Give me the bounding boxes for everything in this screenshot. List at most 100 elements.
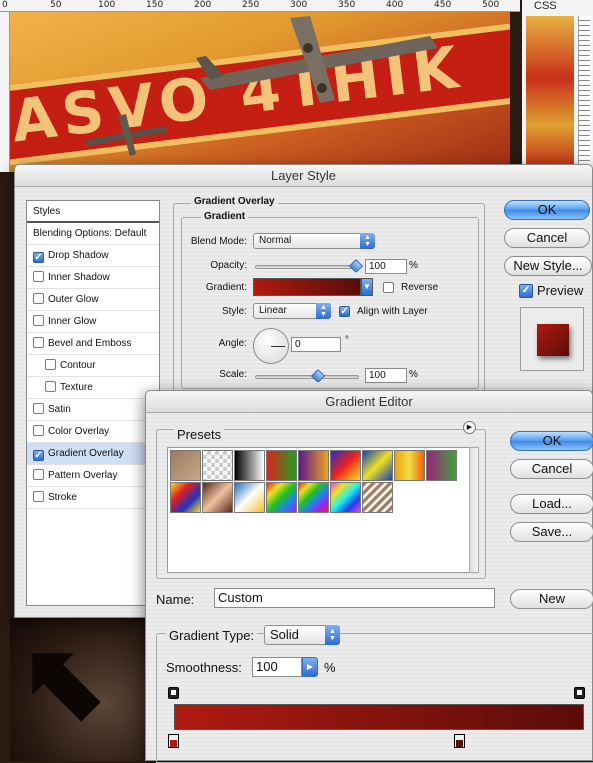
preview-label: Preview (537, 283, 584, 298)
horizontal-ruler: 0 50 100 150 200 250 300 350 400 450 500 (0, 0, 520, 12)
style-item-pattern-overlay[interactable]: Pattern Overlay (27, 465, 159, 487)
ruler-tick-label: 50 (50, 0, 62, 10)
css-tab[interactable]: CSS (524, 0, 593, 15)
gradient-swatch[interactable] (253, 278, 361, 296)
canvas-artwork: ASVO 4THIK (10, 12, 510, 172)
style-item-label: Pattern Overlay (48, 470, 118, 481)
style-item-texture[interactable]: Texture (27, 377, 159, 399)
style-preview-box (520, 307, 584, 371)
style-item-checkbox[interactable] (33, 337, 44, 348)
style-item-blending-options-default[interactable]: Blending Options: Default (27, 223, 159, 245)
style-item-checkbox[interactable] (33, 469, 44, 480)
presets-scrollbar[interactable] (469, 447, 479, 573)
gradient-preview-bar[interactable] (174, 704, 584, 730)
gradient-picker-arrow-icon[interactable]: ▼ (361, 278, 373, 296)
color-stop-swatch (456, 740, 463, 747)
scale-input[interactable]: 100 (365, 368, 407, 383)
canvas-artwork-bottom: ⬉ (10, 618, 145, 761)
angle-dial[interactable] (253, 328, 289, 364)
gradient-preset-swatch[interactable] (266, 450, 297, 481)
color-stop-left[interactable] (168, 734, 179, 748)
gradient-preset-swatch[interactable] (170, 450, 201, 481)
style-item-checkbox[interactable] (33, 491, 44, 502)
preview-checkbox[interactable]: ✓ (519, 284, 533, 298)
color-stop-right[interactable] (454, 734, 465, 748)
presets-group (156, 429, 486, 579)
ruler-tick-label: 350 (338, 0, 356, 10)
style-item-checkbox[interactable] (33, 425, 44, 436)
style-item-gradient-overlay[interactable]: ✓ Gradient Overlay (27, 443, 159, 465)
opacity-input[interactable]: 100 (365, 259, 407, 274)
style-item-checkbox[interactable] (33, 403, 44, 414)
smoothness-dropdown-arrow-icon[interactable]: ▶ (302, 657, 318, 677)
style-select[interactable]: Linear ▲ ▼ (253, 303, 331, 319)
gradient-type-select[interactable]: Solid ▲ ▼ (264, 625, 340, 645)
styles-list-header[interactable]: Styles (27, 201, 159, 223)
gradient-preset-swatch[interactable] (234, 482, 265, 513)
style-item-inner-shadow[interactable]: Inner Shadow (27, 267, 159, 289)
ruler-tick-label: 250 (242, 0, 260, 10)
gradient-preset-swatch[interactable] (170, 482, 201, 513)
style-item-checkbox[interactable] (33, 315, 44, 326)
gradient-name-input[interactable]: Custom (214, 588, 495, 608)
layer-style-title: Layer Style (15, 165, 592, 187)
gradient-preset-swatch[interactable] (298, 482, 329, 513)
style-item-checkbox[interactable] (33, 293, 44, 304)
smoothness-input[interactable]: 100 (252, 657, 302, 677)
presets-label: Presets (174, 427, 225, 442)
angle-unit: ° (345, 335, 349, 346)
blend-mode-value: Normal (259, 235, 292, 246)
gradient-label: Gradient: (205, 282, 247, 293)
gradient-ok-button[interactable]: OK (510, 431, 593, 451)
gradient-preset-swatch[interactable] (362, 482, 393, 513)
gradient-subgroup-title: Gradient (201, 211, 249, 222)
reverse-checkbox[interactable] (383, 282, 394, 293)
smoothness-unit: % (324, 660, 336, 675)
align-with-layer-checkbox[interactable]: ✓ (339, 306, 350, 317)
opacity-stop-left[interactable] (168, 687, 179, 699)
style-item-checkbox[interactable]: ✓ (33, 450, 44, 461)
gradient-preset-swatch[interactable] (330, 450, 361, 481)
style-item-checkbox[interactable]: ✓ (33, 252, 44, 263)
style-item-contour[interactable]: Contour (27, 355, 159, 377)
style-label: Style: (221, 306, 247, 317)
style-item-checkbox[interactable] (45, 359, 56, 370)
style-item-checkbox[interactable] (33, 271, 44, 282)
gradient-preset-swatch[interactable] (426, 450, 457, 481)
gradient-preset-swatch[interactable] (330, 482, 361, 513)
layer-style-ok-button[interactable]: OK (504, 200, 590, 220)
style-item-checkbox[interactable] (45, 381, 56, 392)
layer-style-cancel-button[interactable]: Cancel (504, 228, 590, 248)
style-item-stroke[interactable]: Stroke (27, 487, 159, 509)
scale-slider[interactable] (255, 375, 359, 379)
styles-list: Styles Blending Options: Default ✓ Drop Sh… (26, 200, 160, 606)
gradient-preset-swatch[interactable] (394, 450, 425, 481)
new-gradient-button[interactable]: New (510, 589, 593, 609)
style-item-label: Bevel and Emboss (48, 338, 132, 349)
style-item-label: Inner Glow (48, 316, 97, 327)
style-item-outer-glow[interactable]: Outer Glow (27, 289, 159, 311)
angle-input[interactable]: 0 (291, 337, 341, 352)
gradient-preset-swatch[interactable] (202, 482, 233, 513)
style-item-inner-glow[interactable]: Inner Glow (27, 311, 159, 333)
opacity-slider[interactable] (255, 265, 359, 269)
gradient-preset-swatch[interactable] (298, 450, 329, 481)
blend-mode-select[interactable]: Normal ▲ ▼ (253, 233, 375, 249)
style-item-color-overlay[interactable]: Color Overlay (27, 421, 159, 443)
style-item-bevel-and-emboss[interactable]: Bevel and Emboss (27, 333, 159, 355)
presets-menu-icon[interactable]: ▶ (463, 421, 476, 434)
style-item-satin[interactable]: Satin (27, 399, 159, 421)
gradient-preset-swatch[interactable] (266, 482, 297, 513)
ruler-tick-label: 0 (2, 0, 8, 10)
style-item-drop-shadow[interactable]: ✓ Drop Shadow (27, 245, 159, 267)
opacity-label: Opacity: (210, 260, 247, 271)
gradient-preset-swatch[interactable] (234, 450, 265, 481)
gradient-cancel-button[interactable]: Cancel (510, 459, 593, 479)
gradient-preset-swatch[interactable] (362, 450, 393, 481)
save-button[interactable]: Save... (510, 522, 593, 542)
gradient-preset-swatch[interactable] (202, 450, 233, 481)
new-style-button[interactable]: New Style... (504, 256, 592, 276)
opacity-stop-right[interactable] (574, 687, 585, 699)
reverse-label: Reverse (401, 282, 439, 293)
load-button[interactable]: Load... (510, 494, 593, 514)
